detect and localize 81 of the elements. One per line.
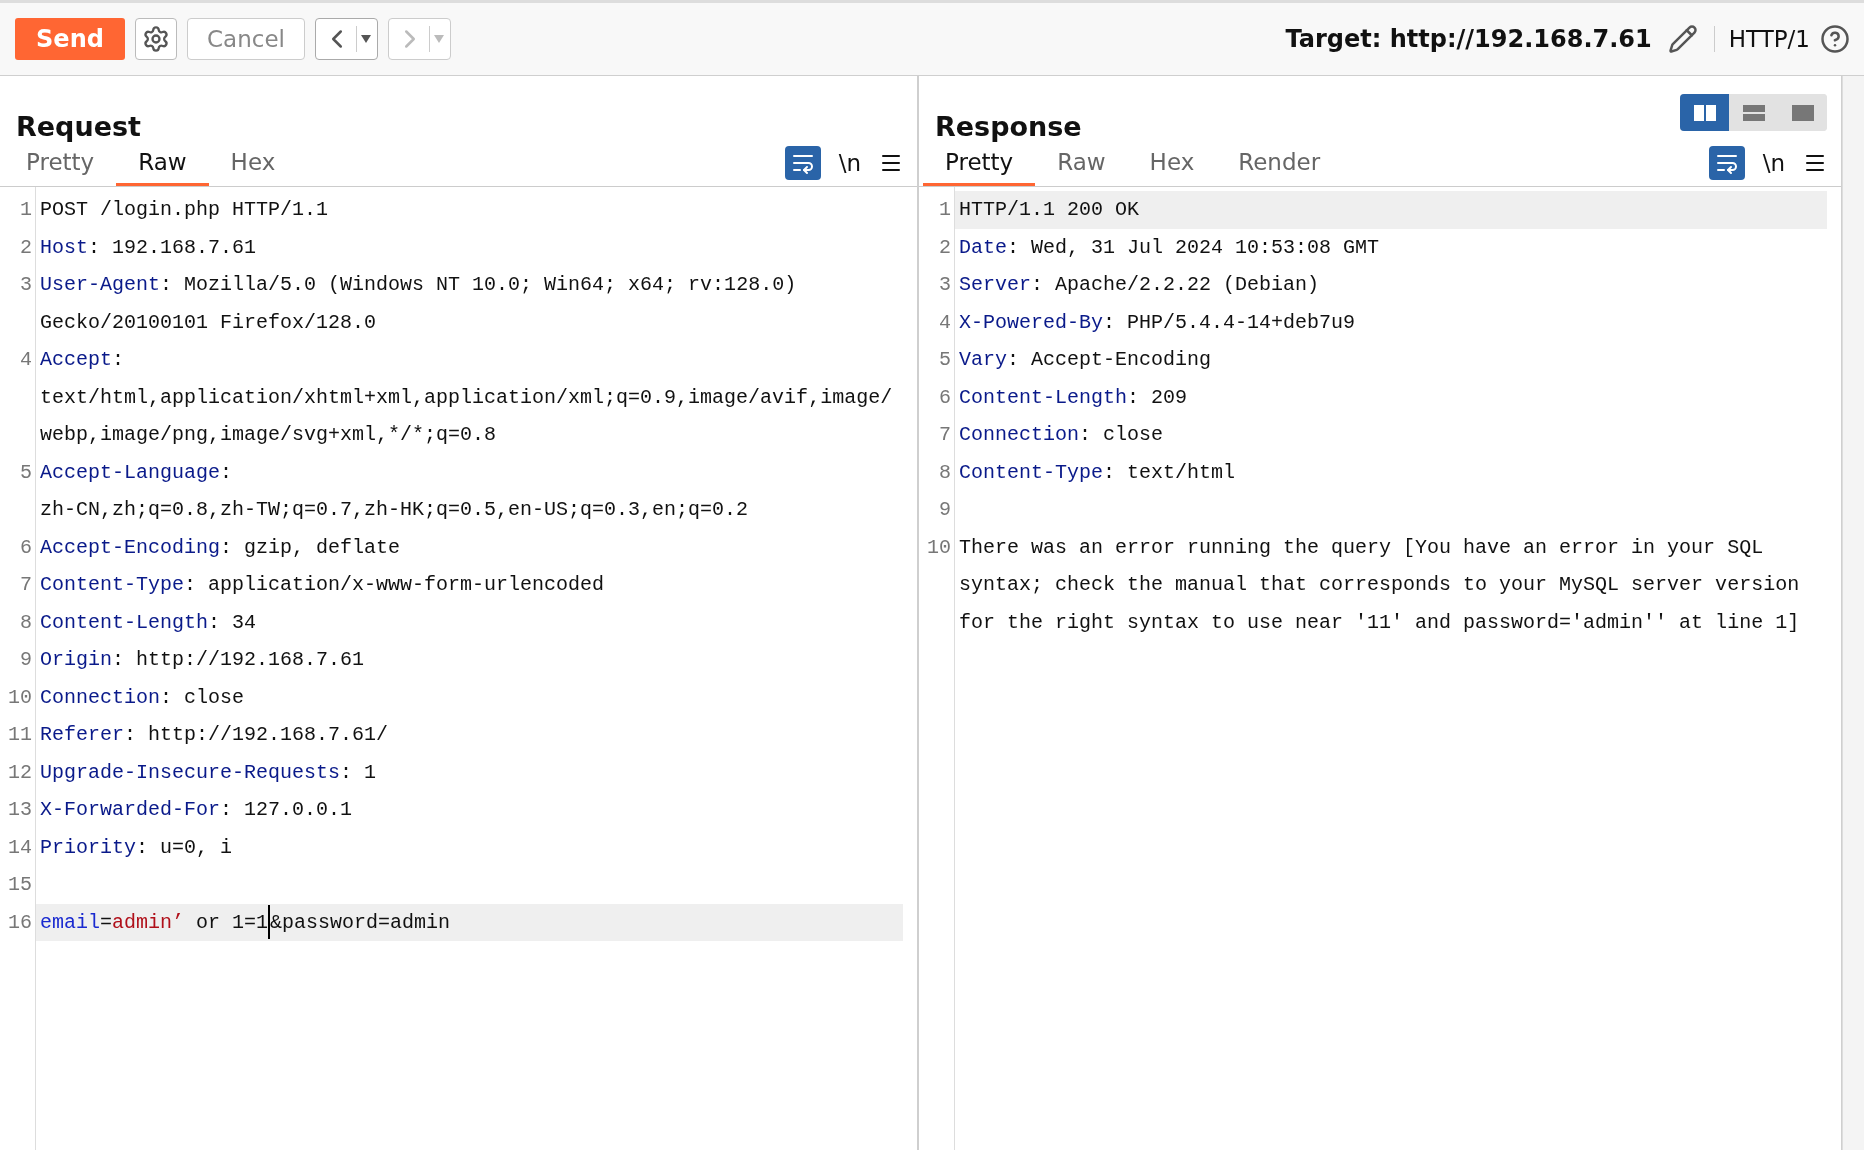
line-number: 8 [19,609,33,636]
line-number: 1 [19,197,33,223]
code-line: Vary: Accept-Encoding [959,347,1213,373]
line-number: 10 [7,684,33,711]
split-rows-icon [1742,104,1765,121]
code-line: X-Powered-By: PHP/5.4.4-14+deb7u9 [959,309,1357,336]
line-number: 3 [19,272,33,298]
pencil-icon [1667,24,1698,54]
line-number: 7 [938,422,952,448]
code-line: Date: Wed, 31 Jul 2024 10:53:08 GMT [959,234,1381,261]
line-number: 14 [7,834,33,861]
single-pane-icon [1791,104,1814,121]
code-line: syntax; check the manual that corresponds to your MySQL server version [959,572,1801,598]
line-number: 4 [938,309,952,336]
line-number: 10 [926,534,952,561]
send-button[interactable]: Send [15,18,125,60]
caret-icon [434,35,444,43]
code-line: Content-Length: 34 [40,609,258,636]
line-number: 11 [7,722,33,748]
newline-toggle[interactable]: \n [838,150,861,176]
line-number: 2 [938,234,952,261]
code-line: Origin: http://192.168.7.61 [40,647,366,673]
protocol-label[interactable]: HTTP/1 [1713,26,1810,52]
code-line: Connection: close [959,422,1165,448]
help-icon[interactable] [1820,24,1850,54]
code-line: zh-CN,zh;q=0.8,zh-TW;q=0.7,zh-HK;q=0.5,en-US;q=0.3,en;q=0.2 [40,497,750,523]
line-number: 9 [19,647,33,673]
code-line: Content-Length: 209 [959,384,1189,411]
word-wrap-button[interactable] [784,146,821,180]
settings-icon [142,25,170,53]
line-number: 15 [7,872,33,898]
caret-icon [361,35,371,43]
code-line: There was an error running the query [You have an error in your SQL [959,534,1765,561]
back-button[interactable] [315,18,378,60]
line-number: 7 [19,572,33,598]
line-number: 12 [7,759,33,786]
line-number: 16 [7,909,33,936]
code-line: Accept: [40,347,126,373]
code-line: Gecko/20100101 Firefox/128.0 [40,309,378,336]
code-line: Priority: u=0, i [40,834,234,861]
line-number: 6 [19,534,33,561]
code-line: Upgrade-Insecure-Requests: 1 [40,759,378,786]
code-line: webp,image/png,image/svg+xml,*/*;q=0.8 [40,422,498,448]
code-line: POST /login.php HTTP/1.1 [40,197,330,223]
view-tab[interactable]: Render [1216,149,1343,186]
line-number: 1 [938,197,952,223]
panel-title: Response [935,111,1082,142]
code-line: Server: Apache/2.2.22 (Debian) [959,272,1321,298]
panel-title: Request [16,111,141,142]
newline-toggle[interactable]: \n [1762,150,1785,176]
code-line: Accept-Language: [40,459,234,486]
line-number: 13 [7,797,33,823]
code-line: email=admin’ or 1=1&password=admin [40,903,903,941]
code-line: Content-Type: application/x-www-form-urlencoded [40,572,606,598]
line-number: 3 [938,272,952,298]
code-line: HTTP/1.1 200 OK [959,197,1141,223]
code-line: text/html,application/xhtml+xml,application/xml;q=0.9,image/avif,image/ [40,384,894,411]
line-number: 8 [938,459,952,486]
code-line: for the right syntax to use near '11' and password='admin'' at line 1] [959,609,1801,636]
view-tab[interactable]: Hex [208,149,298,186]
code-line: Referer: http://192.168.7.61/ [40,722,390,748]
line-number: 5 [938,347,952,373]
split-columns-icon [1693,104,1716,121]
layout-mode-button[interactable] [1680,94,1729,131]
code-line: X-Forwarded-For: 127.0.0.1 [40,797,354,823]
view-tab[interactable]: Hex [1127,149,1217,186]
settings-button[interactable] [135,18,177,60]
code-line: Content-Type: text/html [959,459,1237,486]
code-line: Accept-Encoding: gzip, deflate [40,534,402,561]
line-number: 2 [19,234,33,261]
view-tab[interactable]: Pretty [4,149,117,186]
line-number: 6 [938,384,952,411]
view-tab[interactable]: Raw [1035,149,1128,186]
line-number: 4 [19,347,33,373]
word-wrap-button[interactable] [1708,146,1745,180]
line-number: 5 [19,459,33,486]
code-line: Connection: close [40,684,246,711]
code-line: Host: 192.168.7.61 [40,234,258,261]
code-line: User-Agent: Mozilla/5.0 (Windows NT 10.0; Win64; x64; rv:128.0) [40,272,798,298]
target-label: Target: http://192.168.7.61 [1285,25,1652,53]
line-number: 9 [938,497,952,523]
